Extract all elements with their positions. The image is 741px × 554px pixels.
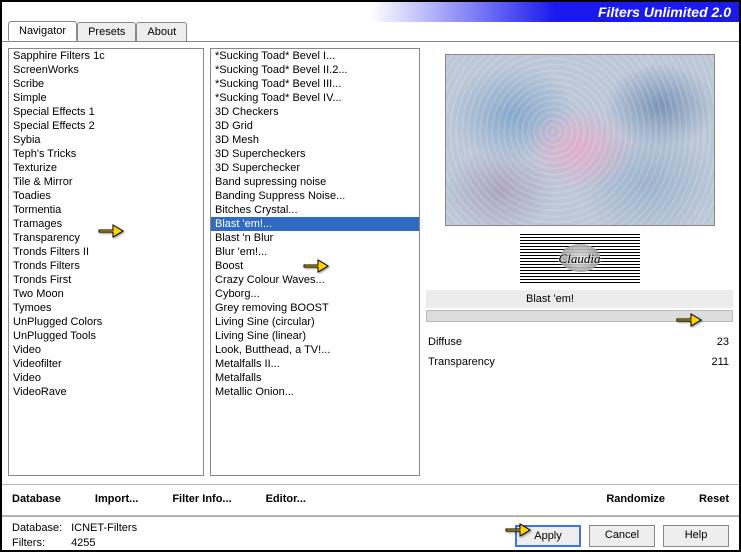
tab-strip: Navigator Presets About [2, 21, 739, 41]
watermark-badge: Claudia [520, 234, 640, 284]
editor-button[interactable]: Editor... [266, 493, 306, 505]
status-filters-label: Filters: [12, 536, 68, 550]
list-item[interactable]: Look, Butthead, a TV!... [211, 343, 419, 357]
randomize-button[interactable]: Randomize [606, 493, 665, 505]
list-item[interactable]: *Sucking Toad* Bevel IV... [211, 91, 419, 105]
list-item[interactable]: ScreenWorks [9, 63, 203, 77]
list-item[interactable]: Metalfalls [211, 371, 419, 385]
parameter-panel: Diffuse 23 Transparency 211 [426, 328, 733, 372]
list-item[interactable]: Tronds First [9, 273, 203, 287]
list-item[interactable]: 3D Checkers [211, 105, 419, 119]
list-item[interactable]: *Sucking Toad* Bevel III... [211, 77, 419, 91]
list-item[interactable]: Toadies [9, 189, 203, 203]
list-item[interactable]: Teph's Tricks [9, 147, 203, 161]
list-item[interactable]: Video [9, 343, 203, 357]
list-item[interactable]: Tronds Filters II [9, 245, 203, 259]
cancel-button[interactable]: Cancel [589, 525, 655, 547]
filter-info-button[interactable]: Filter Info... [172, 493, 231, 505]
list-item[interactable]: Tymoes [9, 301, 203, 315]
list-item[interactable]: *Sucking Toad* Bevel I... [211, 49, 419, 63]
parameter-label: Diffuse [428, 336, 598, 348]
list-item[interactable]: 3D Mesh [211, 133, 419, 147]
parameter-value: 211 [699, 356, 729, 368]
list-item[interactable]: UnPlugged Colors [9, 315, 203, 329]
list-item[interactable]: Living Sine (circular) [211, 315, 419, 329]
progress-bar [426, 310, 733, 322]
apply-button[interactable]: Apply [515, 525, 581, 547]
tab-navigator[interactable]: Navigator [8, 21, 77, 41]
list-item[interactable]: Sapphire Filters 1c [9, 49, 203, 63]
status-filters-value: 4255 [71, 537, 95, 549]
watermark-text: Claudia [559, 251, 601, 267]
list-item[interactable]: Transparency [9, 231, 203, 245]
tab-about[interactable]: About [136, 22, 187, 41]
status-bar: Database: ICNET-Filters Filters: 4255 [12, 521, 137, 550]
list-item[interactable]: Special Effects 1 [9, 105, 203, 119]
list-item[interactable]: Texturize [9, 161, 203, 175]
help-button[interactable]: Help [663, 525, 729, 547]
list-item[interactable]: Videofilter [9, 357, 203, 371]
status-database-value: ICNET-Filters [71, 522, 137, 534]
list-item[interactable]: Blast 'n Blur [211, 231, 419, 245]
parameter-row: Diffuse 23 [428, 332, 729, 352]
list-item[interactable]: 3D Supercheckers [211, 147, 419, 161]
parameter-row: Transparency 211 [428, 352, 729, 372]
list-item[interactable]: Blast 'em!... [211, 217, 419, 231]
list-item[interactable]: Banding Suppress Noise... [211, 189, 419, 203]
preview-image [445, 54, 715, 226]
database-button[interactable]: Database [12, 493, 61, 505]
list-item[interactable]: UnPlugged Tools [9, 329, 203, 343]
list-item[interactable]: Tormentia [9, 203, 203, 217]
list-item[interactable]: Special Effects 2 [9, 119, 203, 133]
parameter-value: 23 [699, 336, 729, 348]
parameter-label: Transparency [428, 356, 598, 368]
list-item[interactable]: Simple [9, 91, 203, 105]
reset-button[interactable]: Reset [699, 493, 729, 505]
list-item[interactable]: 3D Superchecker [211, 161, 419, 175]
list-item[interactable]: Band supressing noise [211, 175, 419, 189]
filter-name-band: Blast 'em! [426, 290, 733, 308]
import-button[interactable]: Import... [95, 493, 138, 505]
category-list[interactable]: Sapphire Filters 1cScreenWorksScribeSimp… [8, 48, 204, 476]
list-item[interactable]: Grey removing BOOST [211, 301, 419, 315]
list-item[interactable]: Cyborg... [211, 287, 419, 301]
list-item[interactable]: Tronds Filters [9, 259, 203, 273]
list-item[interactable]: Blur 'em!... [211, 245, 419, 259]
tab-presets[interactable]: Presets [77, 22, 136, 41]
list-item[interactable]: Two Moon [9, 287, 203, 301]
list-item[interactable]: Metalfalls II... [211, 357, 419, 371]
list-item[interactable]: Living Sine (linear) [211, 329, 419, 343]
list-item[interactable]: Bitches Crystal... [211, 203, 419, 217]
list-item[interactable]: VideoRave [9, 385, 203, 399]
list-item[interactable]: Video [9, 371, 203, 385]
list-item[interactable]: 3D Grid [211, 119, 419, 133]
list-item[interactable]: Tramages [9, 217, 203, 231]
current-filter-name: Blast 'em! [526, 293, 574, 305]
list-item[interactable]: Boost [211, 259, 419, 273]
title-bar: Filters Unlimited 2.0 [2, 2, 739, 22]
list-item[interactable]: *Sucking Toad* Bevel II.2... [211, 63, 419, 77]
list-item[interactable]: Scribe [9, 77, 203, 91]
app-title: Filters Unlimited 2.0 [598, 4, 731, 20]
status-database-label: Database: [12, 521, 68, 535]
filter-list[interactable]: *Sucking Toad* Bevel I...*Sucking Toad* … [210, 48, 420, 476]
list-item[interactable]: Sybia [9, 133, 203, 147]
list-item[interactable]: Tile & Mirror [9, 175, 203, 189]
list-item[interactable]: Metallic Onion... [211, 385, 419, 399]
list-item[interactable]: Crazy Colour Waves... [211, 273, 419, 287]
